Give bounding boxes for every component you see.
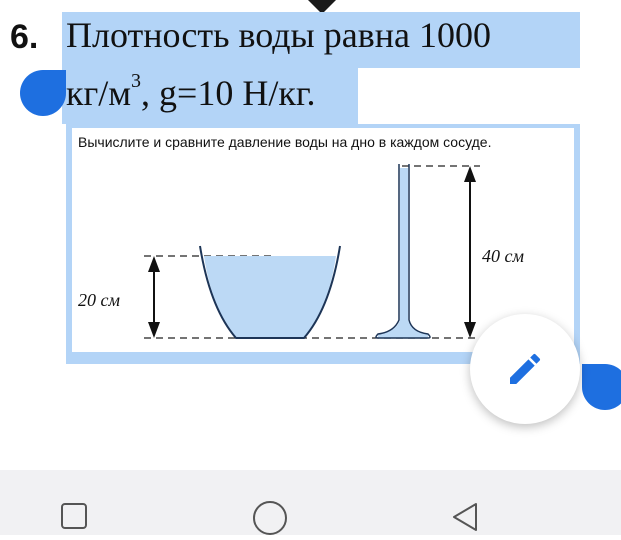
arrowhead-left-top [148, 256, 160, 272]
arrowhead-left-bottom [148, 322, 160, 338]
selection-start-handle[interactable] [20, 70, 66, 116]
circle-icon[interactable] [250, 500, 290, 540]
question-text-line2: кг/м3, g=10 Н/кг. [66, 70, 316, 113]
left-height-label: 20 см [78, 290, 120, 310]
pencil-icon [510, 353, 541, 384]
arrowhead-right-bottom [464, 322, 476, 338]
question-number: 6. [10, 18, 39, 56]
edit-fab-button[interactable] [470, 314, 580, 424]
bowl-water [204, 256, 336, 338]
arrowhead-right-top [464, 166, 476, 182]
vessels-diagram [144, 164, 480, 339]
selection-end-handle[interactable] [582, 364, 621, 410]
question-text-line1: Плотность воды равна 1000 [66, 15, 491, 55]
square-icon[interactable] [58, 500, 90, 532]
back-triangle-icon[interactable] [448, 500, 482, 534]
tube-water [378, 168, 428, 338]
system-navigation-bar [0, 470, 621, 535]
right-height-label: 40 см [482, 246, 524, 266]
